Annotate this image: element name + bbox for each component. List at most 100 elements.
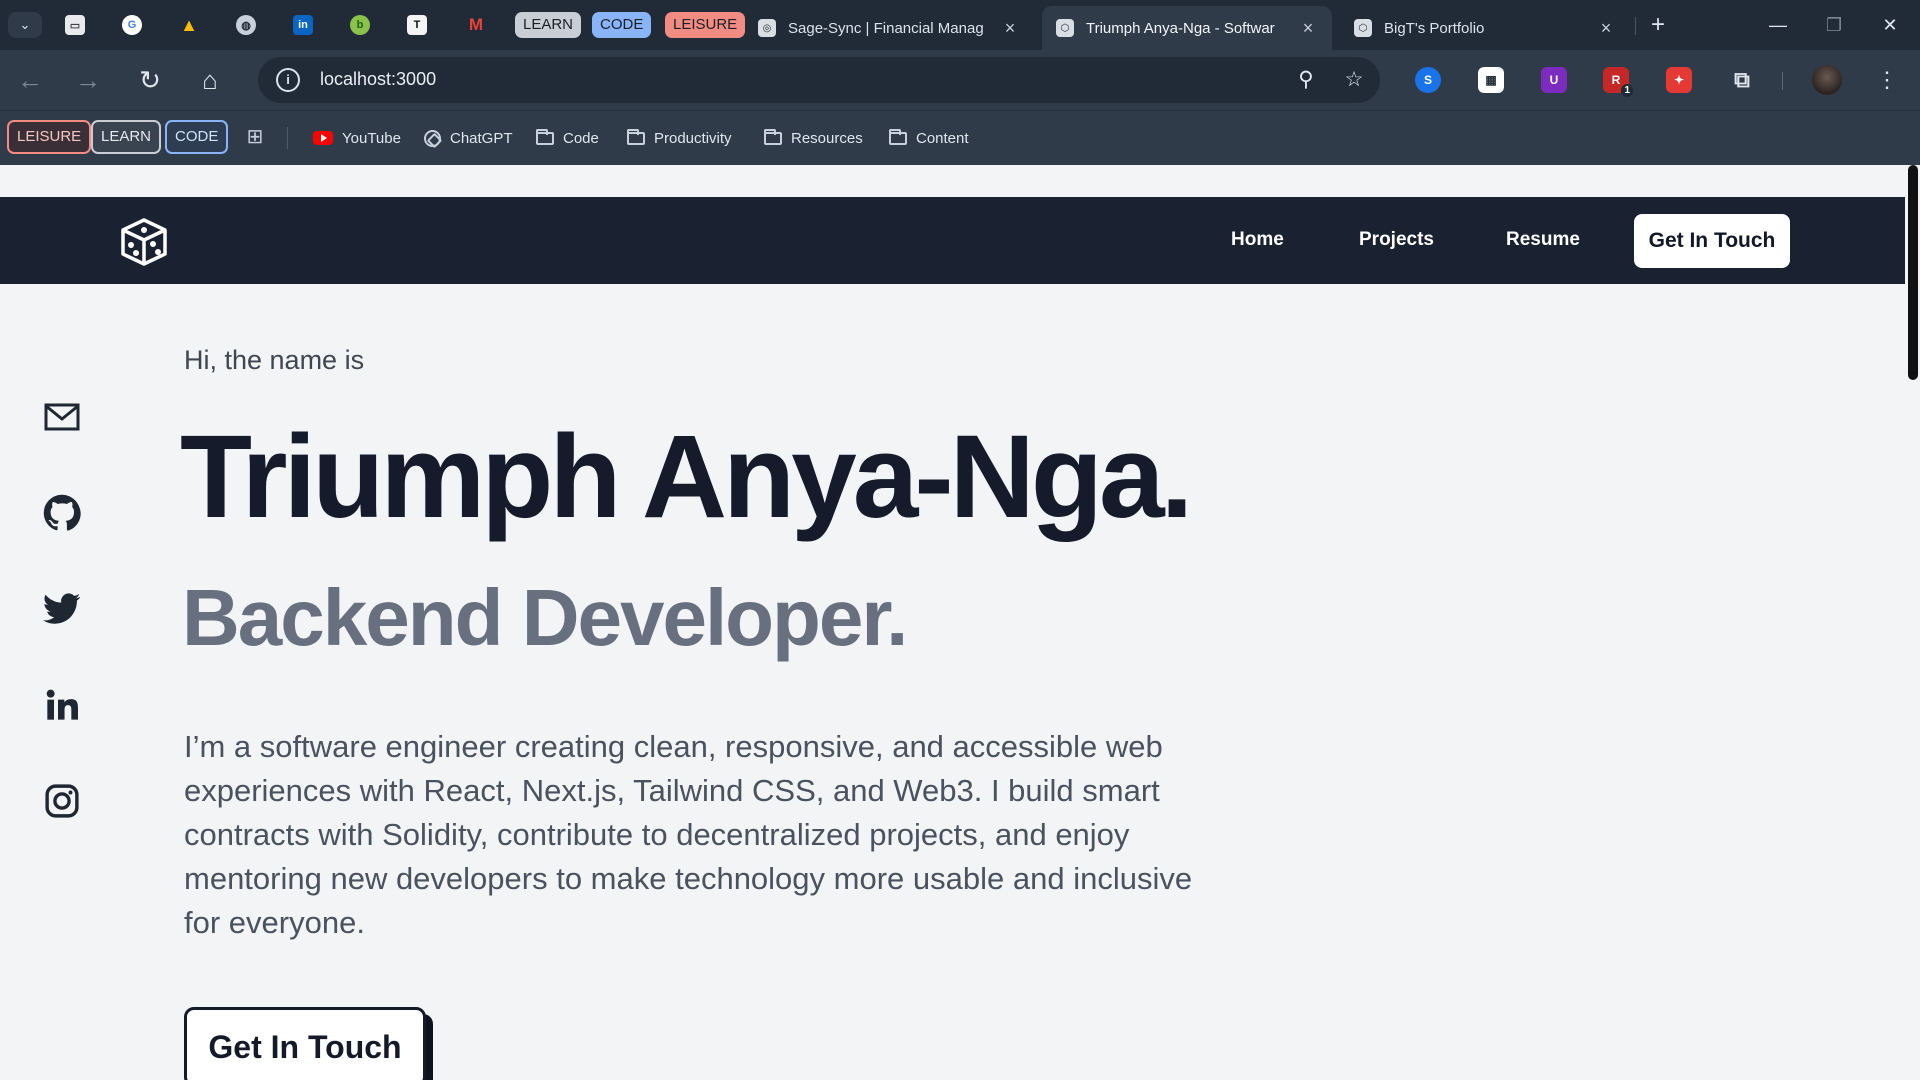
chatgpt-icon bbox=[424, 129, 441, 147]
bookmarks-bar: LEISURE LEARN CODE ⊞ YouTube ChatGPT Cod… bbox=[0, 110, 1920, 165]
arrow-right-icon: → bbox=[75, 65, 101, 95]
back-button[interactable]: ← bbox=[12, 62, 48, 98]
pinned-tab-2[interactable]: G bbox=[119, 12, 145, 38]
bookmark-star-icon[interactable]: ☆ bbox=[1340, 66, 1368, 94]
toolbar-divider bbox=[1782, 72, 1783, 90]
site-navbar: Home Projects Resume Get In Touch bbox=[0, 197, 1905, 284]
minimize-button[interactable]: — bbox=[1754, 8, 1802, 42]
pinned-tab-6[interactable]: b bbox=[347, 12, 373, 38]
arrow-left-icon: ← bbox=[17, 65, 43, 95]
nav-link-resume[interactable]: Resume bbox=[1506, 229, 1580, 251]
menu-kebab-icon[interactable]: ⋮ bbox=[1872, 65, 1902, 95]
linkedin-icon[interactable] bbox=[40, 683, 84, 727]
extension-badge: 1 bbox=[1621, 84, 1633, 97]
google-drive-icon: ▲ bbox=[180, 14, 198, 35]
bookmark-folder-content[interactable]: Content bbox=[889, 126, 969, 150]
folder-icon bbox=[764, 128, 782, 145]
tab-sage-sync[interactable]: ◎ Sage-Sync | Financial Manag × bbox=[744, 6, 1034, 50]
tab-favicon: ◎ bbox=[758, 19, 776, 37]
zoom-icon[interactable]: ⚲ bbox=[1292, 66, 1320, 94]
bookmark-folder-productivity[interactable]: Productivity bbox=[627, 126, 732, 150]
bookmark-folder-code[interactable]: Code bbox=[536, 126, 599, 150]
shazam-extension-icon[interactable]: S bbox=[1415, 67, 1441, 93]
mail-icon[interactable] bbox=[40, 395, 84, 439]
browser-toolbar: ← → ↻ ⌂ i localhost:3000 ⚲ ☆ S ▦ U R 1 ✦… bbox=[0, 50, 1920, 110]
pinned-tab-5[interactable]: in bbox=[290, 12, 316, 38]
tab-title: BigT's Portfolio bbox=[1384, 19, 1485, 37]
nav-link-projects[interactable]: Projects bbox=[1359, 229, 1434, 251]
tab-favicon: ⬡ bbox=[1354, 19, 1372, 37]
tab-group-learn[interactable]: LEARN bbox=[515, 12, 582, 38]
bookmark-group-learn[interactable]: LEARN bbox=[91, 120, 162, 154]
hero-bio: I’m a software engineer creating clean, … bbox=[184, 729, 1193, 940]
forward-button[interactable]: → bbox=[70, 62, 106, 98]
text-app-icon: T bbox=[407, 15, 427, 35]
bookmark-folder-resources[interactable]: Resources bbox=[764, 126, 863, 150]
bookmark-chatgpt[interactable]: ChatGPT bbox=[424, 126, 513, 150]
home-icon: ⌂ bbox=[202, 65, 218, 95]
qr-extension-icon[interactable]: ▦ bbox=[1478, 67, 1504, 93]
puzzle-extensions-icon[interactable]: ⧉ bbox=[1729, 67, 1755, 93]
ublock-extension-icon[interactable]: U bbox=[1541, 67, 1567, 93]
scrollbar-thumb[interactable] bbox=[1908, 165, 1918, 380]
tab-strip: ⌄ ▭ G ▲ ◍ in b T M LEARN CODE LEISURE ◎ … bbox=[0, 0, 1920, 50]
bookmark-label: Resources bbox=[791, 129, 863, 147]
nav-link-home[interactable]: Home bbox=[1231, 229, 1284, 251]
restore-icon: ❐ bbox=[1825, 15, 1843, 35]
address-bar[interactable]: i localhost:3000 ⚲ ☆ bbox=[258, 57, 1380, 103]
youtube-icon bbox=[313, 131, 333, 145]
page-viewport: Home Projects Resume Get In Touch Hi, th… bbox=[0, 165, 1905, 1080]
extension-glyph: R bbox=[1611, 73, 1621, 87]
tab-triumph-portfolio[interactable]: ⬡ Triumph Anya-Nga - Softwar × bbox=[1042, 6, 1332, 50]
hero-get-in-touch-button[interactable]: Get In Touch bbox=[184, 1007, 426, 1080]
bookmark-group-leisure[interactable]: LEISURE bbox=[7, 120, 92, 154]
close-icon: ✕ bbox=[1882, 15, 1898, 35]
close-icon[interactable]: × bbox=[1596, 18, 1616, 39]
page-scrollbar[interactable] bbox=[1905, 165, 1920, 1080]
reload-icon: ↻ bbox=[139, 65, 161, 95]
pinned-tab-1[interactable]: ▭ bbox=[62, 12, 88, 38]
new-tab-button[interactable]: + bbox=[1643, 10, 1673, 40]
browser-chrome: ⌄ ▭ G ▲ ◍ in b T M LEARN CODE LEISURE ◎ … bbox=[0, 0, 1920, 165]
github-icon[interactable] bbox=[40, 491, 84, 535]
close-icon[interactable]: × bbox=[1000, 18, 1020, 39]
tab-bigt-portfolio[interactable]: ⬡ BigT's Portfolio × bbox=[1340, 6, 1630, 50]
address-url[interactable]: localhost:3000 bbox=[320, 69, 436, 90]
hero-name: Triumph Anya-Nga. bbox=[180, 411, 1193, 543]
hero-role: Backend Developer. bbox=[182, 573, 908, 662]
pinned-tab-8[interactable]: M bbox=[463, 12, 489, 38]
hero-cta-wrapper: Get In Touch bbox=[184, 1007, 434, 1080]
bookmark-label: Productivity bbox=[654, 129, 732, 147]
nav-get-in-touch-button[interactable]: Get In Touch bbox=[1634, 214, 1790, 268]
tab-title: Triumph Anya-Nga - Softwar bbox=[1086, 19, 1275, 37]
bookmark-label: Code bbox=[563, 129, 599, 147]
bookmark-youtube[interactable]: YouTube bbox=[313, 126, 401, 150]
pinned-tab-3[interactable]: ▲ bbox=[176, 12, 202, 38]
tab-group-leisure[interactable]: LEISURE bbox=[665, 12, 746, 38]
gmail-icon: M bbox=[468, 15, 484, 34]
reload-button[interactable]: ↻ bbox=[132, 62, 168, 98]
dice-logo-icon[interactable] bbox=[118, 217, 170, 267]
tab-search-button[interactable]: ⌄ bbox=[8, 12, 42, 38]
globe-icon: ◍ bbox=[236, 15, 256, 35]
site-info-icon[interactable]: i bbox=[276, 68, 300, 92]
hero-greeting: Hi, the name is bbox=[184, 345, 365, 375]
bookmark-label: Content bbox=[916, 129, 969, 147]
profile-avatar[interactable] bbox=[1812, 65, 1842, 95]
instagram-icon[interactable] bbox=[40, 779, 84, 823]
bookmark-label: ChatGPT bbox=[450, 129, 513, 147]
bookmark-group-code[interactable]: CODE bbox=[165, 120, 229, 154]
restore-button[interactable]: ❐ bbox=[1810, 8, 1858, 42]
close-icon[interactable]: × bbox=[1298, 18, 1318, 39]
tab-group-code[interactable]: CODE bbox=[592, 12, 652, 38]
google-lens-icon: G bbox=[122, 15, 142, 35]
home-button[interactable]: ⌂ bbox=[192, 62, 228, 98]
close-window-button[interactable]: ✕ bbox=[1866, 8, 1914, 42]
pinned-tab-7[interactable]: T bbox=[404, 12, 430, 38]
tab-title: Sage-Sync | Financial Manag bbox=[788, 19, 984, 37]
pinned-tab-4[interactable]: ◍ bbox=[233, 12, 259, 38]
apps-grid-icon[interactable]: ⊞ bbox=[244, 126, 266, 148]
extension-with-badge-icon[interactable]: R 1 bbox=[1603, 67, 1633, 97]
red-extension-icon[interactable]: ✦ bbox=[1666, 67, 1692, 93]
twitter-icon[interactable] bbox=[40, 587, 84, 631]
